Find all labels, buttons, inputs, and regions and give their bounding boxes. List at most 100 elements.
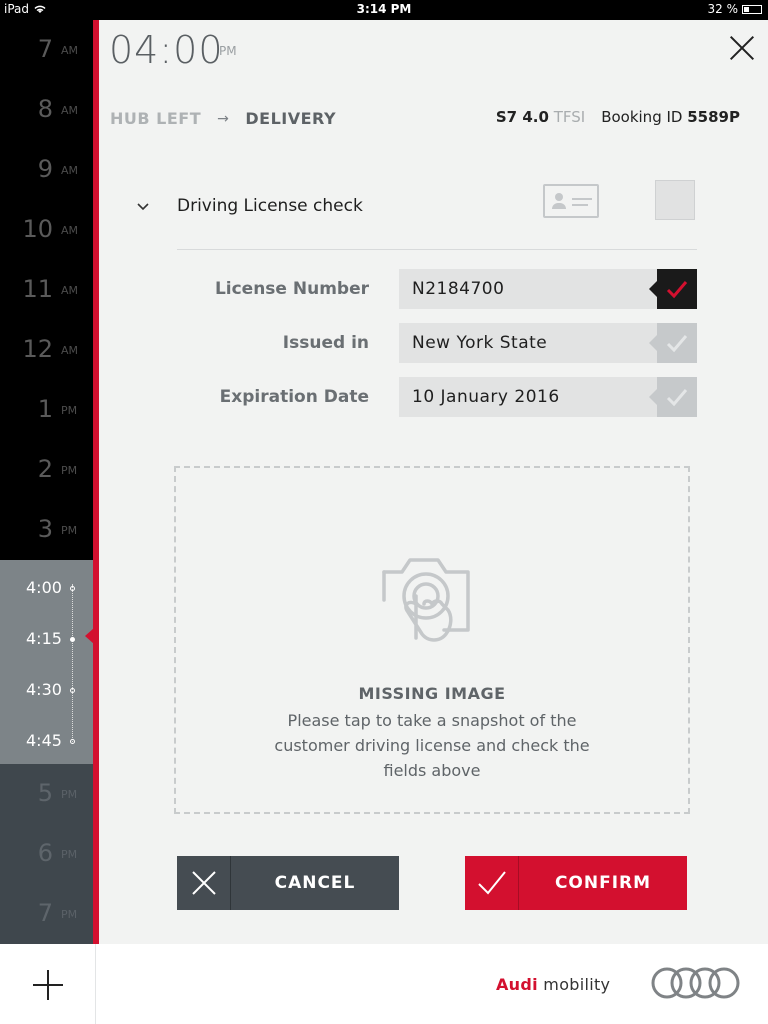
slot-time: 4:00 [26, 578, 62, 597]
close-icon [177, 856, 231, 910]
active-hour-block[interactable]: 4:00 4:15 4:30 4:45 [0, 560, 93, 764]
hour-number: 2 [37, 455, 53, 483]
cancel-button[interactable]: CANCEL [177, 856, 399, 910]
license-field-row: Issued in New York State [99, 323, 768, 363]
hours_before-hour[interactable]: 12 AM [0, 320, 93, 380]
clock: 3:14 PM [356, 2, 412, 16]
slot-dot-icon [70, 586, 75, 591]
license-field-row: License Number N2184700 [99, 269, 768, 309]
timeline[interactable]: 7 AM 8 AM 9 AM 10 AM 11 AM 12 AM 1 PM 2 PM 3 PM 4:00 4:15 4… [0, 20, 93, 944]
confirm-button[interactable]: CONFIRM [465, 856, 687, 910]
hours_before-hour[interactable]: 11 AM [0, 260, 93, 320]
slot-dot-icon [70, 637, 75, 642]
hours_after-hour[interactable]: 7 PM [0, 884, 93, 944]
license-photo-dropzone[interactable]: MISSING IMAGE Please tap to take a snaps… [174, 466, 690, 814]
field-check-button[interactable] [649, 269, 697, 309]
hour-number: 10 [22, 215, 53, 243]
hour-ampm: AM [61, 284, 79, 297]
field-check-button[interactable] [649, 323, 697, 363]
car-engine: TFSI [553, 108, 586, 126]
time-slot[interactable]: 4:45 [0, 725, 93, 755]
hour-ampm: PM [61, 404, 78, 417]
breadcrumb: HUB LEFT → DELIVERY [110, 109, 336, 128]
slot-dot-icon [70, 739, 75, 744]
check-icon [465, 856, 519, 910]
field-check-button[interactable] [649, 377, 697, 417]
hour-number: 9 [37, 155, 53, 183]
add-icon[interactable] [0, 944, 96, 1024]
booking-panel: 04:00 PM HUB LEFT → DELIVERY S7 4.0 TFSI… [99, 20, 768, 944]
crumb-origin: HUB LEFT [110, 109, 202, 128]
hour-ampm: AM [61, 104, 79, 117]
hours_before-hour[interactable]: 9 AM [0, 140, 93, 200]
license-field-row: Expiration Date 10 January 2016 [99, 377, 768, 417]
close-icon[interactable] [728, 34, 756, 62]
field-label: License Number [214, 279, 369, 299]
hours_before-hour[interactable]: 2 PM [0, 440, 93, 500]
hours_before-hour[interactable]: 3 PM [0, 500, 93, 560]
confirm-label: CONFIRM [554, 873, 652, 893]
hour-number: 7 [37, 35, 53, 63]
hour-ampm: AM [61, 224, 79, 237]
id-card-icon [543, 184, 599, 218]
hour-number: 5 [37, 779, 53, 807]
booking-info: S7 4.0 TFSI Booking ID 5589P [496, 108, 740, 126]
battery-icon [742, 4, 762, 14]
booking-time: 04:00 [109, 28, 224, 72]
hour-ampm: PM [61, 524, 78, 537]
missing-image-text: Please tap to take a snapshot of the cus… [274, 711, 590, 780]
hour-ampm: PM [61, 464, 78, 477]
footer: Audi mobility [0, 944, 768, 1024]
hours_after-hour[interactable]: 5 PM [0, 764, 93, 824]
section-checkbox[interactable] [655, 180, 695, 220]
hour-ampm: AM [61, 44, 79, 57]
time-slot[interactable]: 4:30 [0, 674, 93, 704]
battery-percent: 32 % [707, 2, 739, 16]
divider [177, 249, 697, 250]
status-bar: iPad 3:14 PM 32 % [0, 0, 768, 20]
brand-mobility: mobility [537, 975, 611, 994]
field-input[interactable]: N2184700 [399, 269, 657, 309]
field-input[interactable]: 10 January 2016 [399, 377, 657, 417]
field-input[interactable]: New York State [399, 323, 657, 363]
hour-ampm: PM [61, 788, 78, 801]
booking-id: 5589P [687, 108, 740, 126]
hour-ampm: PM [61, 848, 78, 861]
hours_after-hour[interactable]: 6 PM [0, 824, 93, 884]
slot-time: 4:15 [26, 629, 62, 648]
hour-number: 8 [37, 95, 53, 123]
field-label: Issued in [282, 333, 369, 353]
chevron-down-icon[interactable] [137, 200, 149, 212]
field-label: Expiration Date [219, 387, 369, 407]
slot-time: 4:30 [26, 680, 62, 699]
time-slot[interactable]: 4:00 [0, 572, 93, 602]
hours_before-hour[interactable]: 7 AM [0, 20, 93, 80]
check-icon [666, 335, 688, 353]
license-check-section[interactable]: Driving License check [135, 180, 697, 250]
hour-ampm: PM [61, 908, 78, 921]
hours_before-hour[interactable]: 1 PM [0, 380, 93, 440]
hours_before-hour[interactable]: 8 AM [0, 80, 93, 140]
hour-number: 3 [37, 515, 53, 543]
time-slot[interactable]: 4:15 [0, 623, 93, 653]
brand-audi: Audi [496, 975, 538, 994]
current-slot-indicator [85, 628, 94, 644]
check-icon [666, 389, 688, 407]
brand-name: Audi mobility [496, 975, 610, 994]
hours_before-hour[interactable]: 10 AM [0, 200, 93, 260]
audi-rings-logo [651, 967, 740, 999]
crumb-destination: DELIVERY [245, 109, 337, 128]
upcoming-hours: 5 PM 6 PM 7 PM [0, 764, 93, 944]
slot-dot-icon [70, 688, 75, 693]
cancel-label: CANCEL [274, 873, 356, 893]
camera-tap-icon [382, 558, 470, 642]
hour-number: 7 [37, 899, 53, 927]
hour-ampm: AM [61, 344, 79, 357]
missing-image-title: MISSING IMAGE [358, 684, 506, 703]
hour-number: 6 [37, 839, 53, 867]
slot-time: 4:45 [26, 731, 62, 750]
hour-number: 12 [22, 335, 53, 363]
hour-number: 11 [22, 275, 53, 303]
check-icon [666, 281, 688, 299]
booking-time-ampm: PM [219, 44, 237, 58]
